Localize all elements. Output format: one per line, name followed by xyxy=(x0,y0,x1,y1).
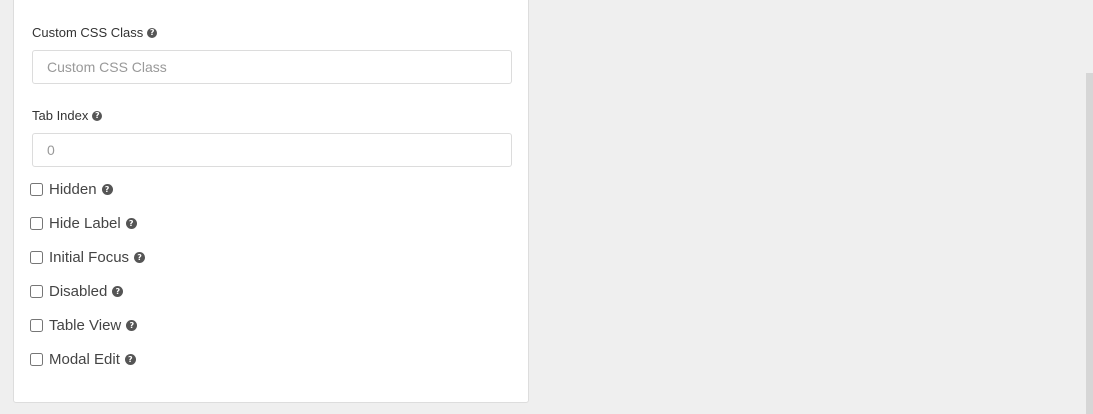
help-icon[interactable]: ? xyxy=(125,218,137,229)
table-view-checkbox-row[interactable]: Table View ? xyxy=(30,317,138,334)
modal-edit-checkbox[interactable] xyxy=(30,353,43,366)
disabled-checkbox-label: Disabled xyxy=(49,283,108,300)
modal-edit-checkbox-row[interactable]: Modal Edit ? xyxy=(30,351,136,368)
hide-label-checkbox-label: Hide Label xyxy=(49,215,121,232)
hidden-checkbox[interactable] xyxy=(30,183,43,196)
hide-label-checkbox-row[interactable]: Hide Label ? xyxy=(30,215,137,232)
modal-edit-checkbox-label: Modal Edit xyxy=(49,351,120,368)
help-icon[interactable]: ? xyxy=(126,320,138,331)
hidden-checkbox-label: Hidden xyxy=(49,181,97,198)
table-view-checkbox-label: Table View xyxy=(49,317,122,334)
help-icon[interactable]: ? xyxy=(134,252,146,263)
tab-index-label-text: Tab Index xyxy=(32,108,89,123)
hidden-checkbox-row[interactable]: Hidden ? xyxy=(30,181,113,198)
css-class-input[interactable] xyxy=(32,50,512,84)
tab-index-label: Tab Index ? xyxy=(32,108,103,123)
hide-label-checkbox[interactable] xyxy=(30,217,43,230)
help-icon[interactable]: ? xyxy=(147,27,158,38)
initial-focus-checkbox-row[interactable]: Initial Focus ? xyxy=(30,249,146,266)
css-class-label: Custom CSS Class ? xyxy=(32,25,158,40)
help-icon[interactable]: ? xyxy=(112,286,124,297)
disabled-checkbox[interactable] xyxy=(30,285,43,298)
initial-focus-checkbox-label: Initial Focus xyxy=(49,249,130,266)
css-class-label-text: Custom CSS Class xyxy=(32,25,144,40)
help-icon[interactable]: ? xyxy=(124,354,136,365)
page-scrollbar[interactable] xyxy=(1086,73,1093,414)
help-icon[interactable]: ? xyxy=(101,184,113,195)
help-icon[interactable]: ? xyxy=(92,110,103,121)
tab-index-input[interactable] xyxy=(32,133,512,167)
settings-panel: Custom CSS Class ? Tab Index ? Hidden ? … xyxy=(13,0,529,403)
table-view-checkbox[interactable] xyxy=(30,319,43,332)
disabled-checkbox-row[interactable]: Disabled ? xyxy=(30,283,124,300)
initial-focus-checkbox[interactable] xyxy=(30,251,43,264)
